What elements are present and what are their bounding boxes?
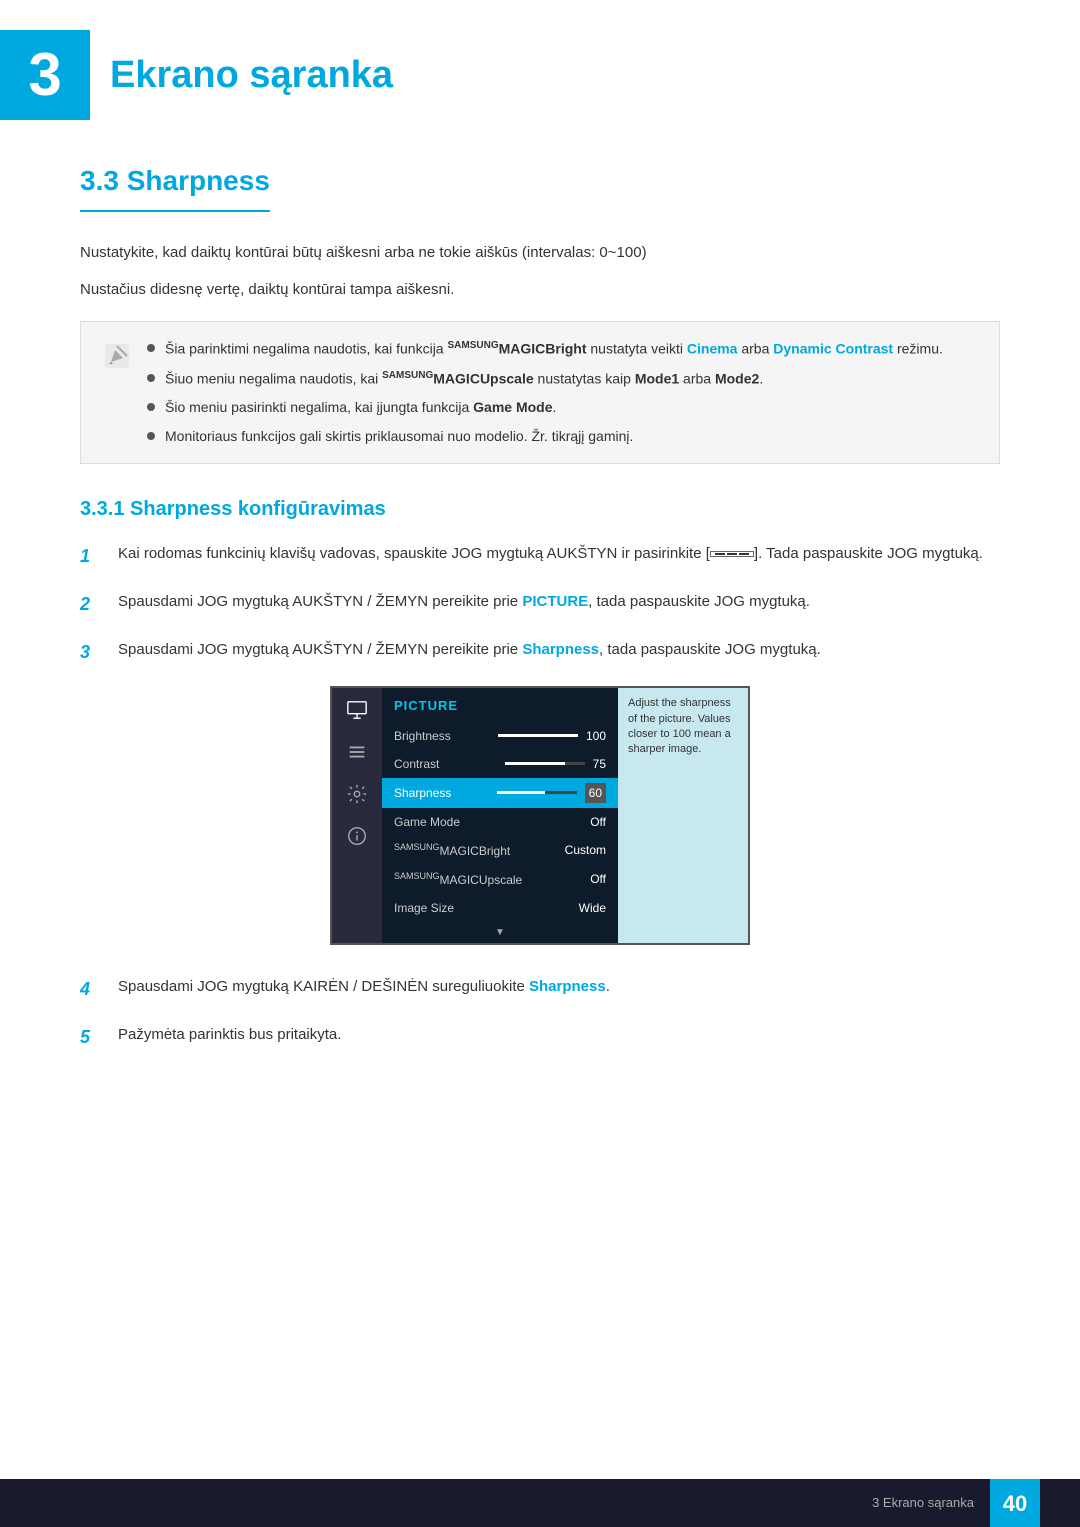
section-title: 3.3 Sharpness	[80, 160, 270, 212]
intro-para-2: Nustačius didesnę vertę, daiktų kontūrai…	[80, 279, 1000, 302]
bullet-icon	[147, 432, 155, 440]
screenshot-sidebar	[332, 688, 382, 943]
bullet-icon	[147, 374, 155, 382]
note-item-3: Šio meniu pasirinkti negalima, kai įjung…	[147, 397, 979, 418]
step-text-4: Spausdami JOG mygtuką KAIRĖN / DEŠINĖN s…	[118, 975, 1000, 998]
note-text-3: Šio meniu pasirinkti negalima, kai įjung…	[165, 397, 556, 418]
bullet-icon	[147, 344, 155, 352]
scroll-down-indicator: ▼	[382, 922, 618, 943]
step-5: 5 Pažymėta parinktis bus pritaikyta.	[80, 1023, 1000, 1051]
sidebar-monitor-icon	[343, 696, 371, 724]
sharpness-bar	[497, 791, 577, 794]
step-3: 3 Spausdami JOG mygtuką AUKŠTYN / ŽEMYN …	[80, 638, 1000, 666]
subsection-heading: Sharpness konfigūravimas	[130, 498, 386, 520]
step-2: 2 Spausdami JOG mygtuką AUKŠTYN / ŽEMYN …	[80, 590, 1000, 618]
chapter-box: 3	[0, 30, 90, 120]
note-box: Šia parinktimi negalima naudotis, kai fu…	[80, 321, 1000, 464]
step-number-2: 2	[80, 591, 104, 618]
footer-page-number: 40	[990, 1479, 1040, 1527]
menu-row-magicbright: SAMSUNGMAGICBright Custom	[382, 836, 618, 865]
section-number: 3.3	[80, 165, 119, 196]
screenshot-menu: PICTURE Brightness 100 Contrast	[382, 688, 618, 943]
footer-text: 3 Ekrano sąranka	[872, 1493, 974, 1513]
step-1: 1 Kai rodomas funkcinių klavišų vadovas,…	[80, 542, 1000, 570]
page-footer: 3 Ekrano sąranka 40	[0, 1479, 1080, 1527]
note-text-4: Monitoriaus funkcijos gali skirtis prikl…	[165, 426, 633, 447]
step-number-5: 5	[80, 1024, 104, 1051]
step-text-2: Spausdami JOG mygtuką AUKŠTYN / ŽEMYN pe…	[118, 590, 1000, 613]
menu-row-gamemode: Game Mode Off	[382, 808, 618, 836]
page-header: 3 Ekrano sąranka	[0, 0, 1080, 140]
subsection-number: 3.3.1	[80, 498, 124, 520]
menu-row-imagesize: Image Size Wide	[382, 894, 618, 922]
step-text-3: Spausdami JOG mygtuką AUKŠTYN / ŽEMYN pe…	[118, 638, 1000, 661]
menu-row-brightness: Brightness 100	[382, 722, 618, 750]
note-item-2: Šiuo meniu negalima naudotis, kai SAMSUN…	[147, 368, 979, 390]
section-heading: Sharpness	[127, 165, 270, 196]
note-text-1: Šia parinktimi negalima naudotis, kai fu…	[165, 338, 943, 360]
screenshot: PICTURE Brightness 100 Contrast	[330, 686, 750, 945]
intro-para-1: Nustatykite, kad daiktų kontūrai būtų ai…	[80, 242, 1000, 265]
step-text-5: Pažymėta parinktis bus pritaikyta.	[118, 1023, 1000, 1046]
step-4: 4 Spausdami JOG mygtuką KAIRĖN / DEŠINĖN…	[80, 975, 1000, 1003]
note-content: Šia parinktimi negalima naudotis, kai fu…	[147, 338, 979, 447]
menu-row-contrast: Contrast 75	[382, 750, 618, 778]
menu-header: PICTURE	[382, 688, 618, 722]
note-text-2: Šiuo meniu negalima naudotis, kai SAMSUN…	[165, 368, 763, 390]
chapter-number: 3	[28, 30, 61, 120]
sidebar-info-icon	[343, 822, 371, 850]
screenshot-container: PICTURE Brightness 100 Contrast	[80, 686, 1000, 945]
menu-hint: Adjust the sharpness of the picture. Val…	[618, 688, 748, 943]
sidebar-settings-icon	[343, 780, 371, 808]
chapter-title: Ekrano sąranka	[110, 47, 393, 104]
menu-icon-inline	[710, 551, 754, 557]
bullet-icon	[147, 403, 155, 411]
step-text-1: Kai rodomas funkcinių klavišų vadovas, s…	[118, 542, 1000, 565]
menu-row-sharpness: Sharpness 60	[382, 778, 618, 808]
subsection-title: 3.3.1 Sharpness konfigūravimas	[80, 494, 1000, 524]
step-number-3: 3	[80, 639, 104, 666]
brightness-bar	[498, 734, 578, 737]
step-number-1: 1	[80, 543, 104, 570]
note-item-4: Monitoriaus funkcijos gali skirtis prikl…	[147, 426, 979, 447]
step-number-4: 4	[80, 976, 104, 1003]
note-icon	[101, 340, 133, 372]
menu-row-magicupscale: SAMSUNGMAGICUpscale Off	[382, 865, 618, 894]
main-content: 3.3 Sharpness Nustatykite, kad daiktų ko…	[0, 160, 1080, 1151]
sidebar-lines-icon	[343, 738, 371, 766]
contrast-bar	[505, 762, 585, 765]
note-item-1: Šia parinktimi negalima naudotis, kai fu…	[147, 338, 979, 360]
